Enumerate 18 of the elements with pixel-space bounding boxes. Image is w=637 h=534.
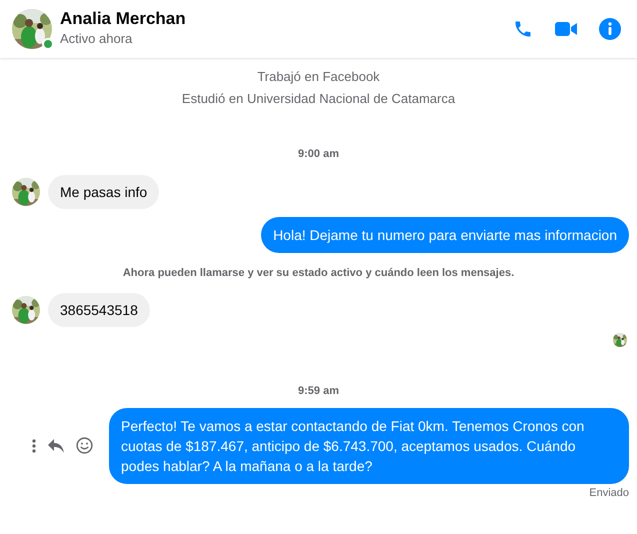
video-call-icon[interactable] (555, 21, 577, 37)
message-bubble: Perfecto! Te vamos a estar contactando de Fiat 0km. Tenemos Cronos con cuotas de $187.467, anticipo de $6.743.700, aceptamos usados. Cuándo podes hablar? A la mañana o a la tarde? (109, 408, 629, 484)
message-bubble: Hola! Dejame tu numero para enviarte mas informacion (261, 216, 629, 252)
notice-text: Ahora pueden llamarse y ver su estado activo y cuándo leen los mensajes. (122, 266, 514, 280)
emoji-icon[interactable] (76, 437, 93, 454)
info-icon[interactable] (599, 18, 621, 40)
profile-info: Trabajó en Facebook (257, 68, 380, 86)
message-bubble: Me pasas info (48, 174, 160, 208)
phone-icon[interactable] (513, 19, 533, 39)
more-icon[interactable] (32, 438, 36, 452)
profile-info: Estudió en Universidad Nacional de Catamarca (182, 90, 456, 108)
reply-icon[interactable] (48, 438, 64, 452)
message-bubble: 3865543518 (48, 293, 150, 327)
timestamp: 9:00 am (298, 147, 339, 162)
delivery-status: Enviado (589, 486, 629, 500)
timestamp: 9:59 am (298, 384, 339, 399)
contact-name: Analia Merchan (60, 9, 186, 30)
active-status: Activo ahora (60, 30, 134, 48)
